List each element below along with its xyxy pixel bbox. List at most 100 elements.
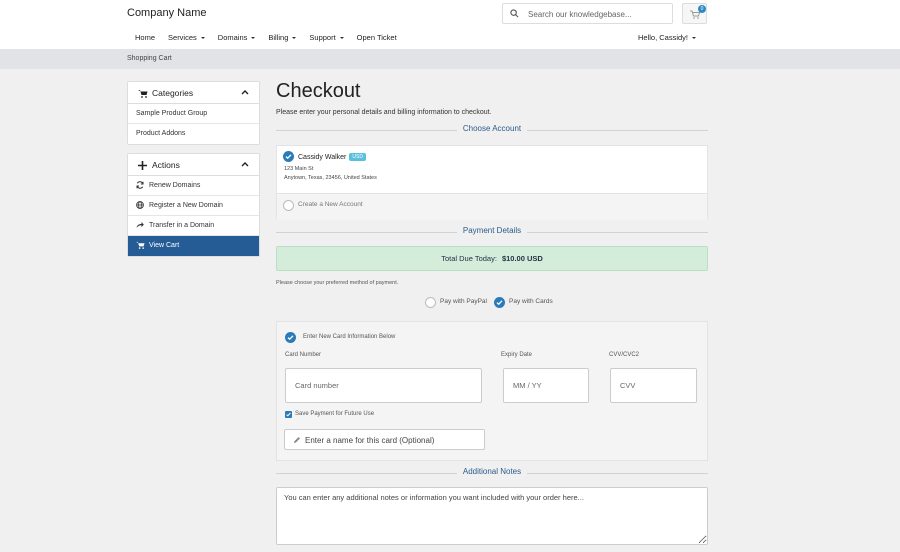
- chevron-down-icon: [292, 37, 297, 40]
- pencil-icon: [294, 437, 300, 443]
- cards-radio[interactable]: [494, 297, 505, 308]
- total-due-banner: Total Due Today: $10.00 USD: [276, 246, 708, 271]
- check-icon: [285, 154, 292, 160]
- cvv-label: CVV/CVC2: [609, 352, 640, 358]
- check-icon: [287, 335, 294, 341]
- nav-item-label: Support: [309, 33, 336, 42]
- categories-title: Categories: [152, 88, 194, 98]
- account-address-line2: Anytown, Texas, 23456, United States: [284, 175, 377, 181]
- categories-header[interactable]: Categories: [128, 82, 259, 104]
- search-input[interactable]: [528, 7, 668, 21]
- section-title: Payment Details: [456, 226, 528, 235]
- breadcrumb[interactable]: Shopping Cart: [127, 55, 172, 62]
- cvv-input[interactable]: [610, 368, 697, 403]
- card-number-label: Card Number: [285, 352, 322, 358]
- categories-panel: Categories Sample Product Group Product …: [127, 81, 260, 145]
- chevron-down-icon: [339, 37, 344, 40]
- share-arrow-icon: [136, 222, 144, 228]
- chevron-up-icon[interactable]: [241, 89, 249, 95]
- user-menu[interactable]: Hello, Cassidy!: [638, 33, 697, 42]
- sidebar-item-transfer-domain[interactable]: Transfer in a Domain: [128, 216, 259, 236]
- page-subtitle: Please enter your personal details and b…: [276, 109, 492, 116]
- nav-item-label: Services: [168, 33, 197, 42]
- total-value: $10.00 USD: [501, 254, 543, 263]
- section-title: Additional Notes: [456, 467, 528, 476]
- nav-item-label: Domains: [217, 33, 248, 42]
- total-label: Total Due Today:: [441, 254, 497, 263]
- cart-icon: [138, 90, 148, 98]
- chevron-down-icon: [200, 37, 205, 40]
- sidebar-item-label: Transfer in a Domain: [149, 222, 215, 229]
- account-name-text: Cassidy Walker: [298, 153, 347, 161]
- chevron-down-icon: [692, 37, 697, 40]
- knowledgebase-search[interactable]: [502, 3, 673, 24]
- chevron-down-icon: [251, 37, 256, 40]
- nav-item-services[interactable]: Services: [168, 33, 205, 45]
- sidebar-item-register-domain[interactable]: Register a New Domain: [128, 196, 259, 216]
- chevron-up-icon[interactable]: [241, 161, 249, 167]
- check-icon: [496, 300, 503, 306]
- sidebar-item-product-addons[interactable]: Product Addons: [128, 124, 259, 144]
- nav-item-billing[interactable]: Billing: [268, 33, 297, 45]
- paypal-radio[interactable]: [425, 297, 436, 308]
- top-header: Company Name 0 Home Services Domains Billin…: [0, 0, 900, 49]
- expiry-input[interactable]: [503, 368, 589, 403]
- user-greeting: Hello, Cassidy!: [638, 33, 689, 42]
- actions-panel: Actions Renew Domains Register a New Dom…: [127, 153, 260, 257]
- search-icon: [510, 9, 519, 18]
- nav-item-domains[interactable]: Domains: [218, 33, 256, 45]
- page-title: Checkout: [276, 80, 361, 102]
- plus-icon: [138, 161, 147, 170]
- actions-header[interactable]: Actions: [128, 154, 259, 176]
- cart-icon: [136, 241, 145, 249]
- main-nav: Home Services Domains Billing Support Open Ti…: [135, 33, 410, 45]
- selected-account-radio[interactable]: [283, 151, 294, 162]
- create-account-label: Create a New Account: [298, 201, 363, 208]
- cart-button[interactable]: 0: [682, 3, 707, 24]
- nav-item-label: Billing: [268, 33, 289, 42]
- choose-account-heading: Choose Account: [276, 124, 708, 136]
- cart-count-badge: 0: [698, 5, 706, 13]
- card-number-input[interactable]: [285, 368, 482, 403]
- sidebar-item-renew-domains[interactable]: Renew Domains: [128, 176, 259, 196]
- nav-item-label: Open Ticket: [356, 33, 397, 42]
- pay-paypal-label[interactable]: Pay with PayPal: [440, 298, 487, 305]
- sidebar-item-label: Product Addons: [136, 130, 186, 137]
- save-payment-label[interactable]: Save Payment for Future Use: [295, 411, 374, 417]
- globe-icon: [136, 201, 144, 209]
- new-card-radio[interactable]: [285, 332, 296, 343]
- nav-item-open-ticket[interactable]: Open Ticket: [357, 33, 397, 45]
- expiry-label: Expiry Date: [501, 352, 533, 358]
- new-card-label: Enter New Card Information Below: [303, 334, 396, 340]
- additional-notes-heading: Additional Notes: [276, 467, 708, 479]
- notes-textarea[interactable]: [276, 487, 708, 545]
- payment-details-heading: Payment Details: [276, 226, 708, 238]
- nav-item-label: Home: [135, 33, 156, 42]
- breadcrumb-bar: Shopping Cart: [0, 49, 900, 69]
- check-icon: [286, 412, 291, 417]
- create-account-option[interactable]: Create a New Account: [277, 193, 707, 220]
- nav-item-home[interactable]: Home: [135, 33, 155, 45]
- payment-method-prompt: Please choose your preferred method of p…: [276, 280, 399, 286]
- pay-cards-label[interactable]: Pay with Cards: [509, 298, 553, 305]
- account-selector: Cassidy Walker USD 123 Main St Anytown, T…: [276, 145, 708, 220]
- sidebar-item-view-cart[interactable]: View Cart: [128, 236, 259, 256]
- card-details-panel: Enter New Card Information Below Card Nu…: [276, 321, 708, 461]
- account-address-line1: 123 Main St: [284, 166, 314, 172]
- nav-item-support[interactable]: Support: [309, 33, 344, 45]
- card-name-field[interactable]: [284, 429, 485, 450]
- section-title: Choose Account: [456, 124, 528, 133]
- brand-logo[interactable]: Company Name: [127, 7, 206, 19]
- refresh-icon: [136, 181, 144, 189]
- sidebar-item-label: Renew Domains: [149, 182, 201, 189]
- sidebar-item-label: Sample Product Group: [136, 110, 208, 117]
- currency-badge: USD: [349, 153, 366, 161]
- account-name[interactable]: Cassidy Walker USD: [298, 153, 366, 161]
- create-account-radio[interactable]: [283, 200, 294, 211]
- save-payment-checkbox[interactable]: [285, 411, 292, 418]
- sidebar-item-sample-product-group[interactable]: Sample Product Group: [128, 104, 259, 124]
- sidebar-item-label: View Cart: [149, 242, 180, 249]
- sidebar-item-label: Register a New Domain: [149, 202, 223, 209]
- actions-title: Actions: [152, 160, 180, 170]
- card-name-input[interactable]: [305, 433, 480, 447]
